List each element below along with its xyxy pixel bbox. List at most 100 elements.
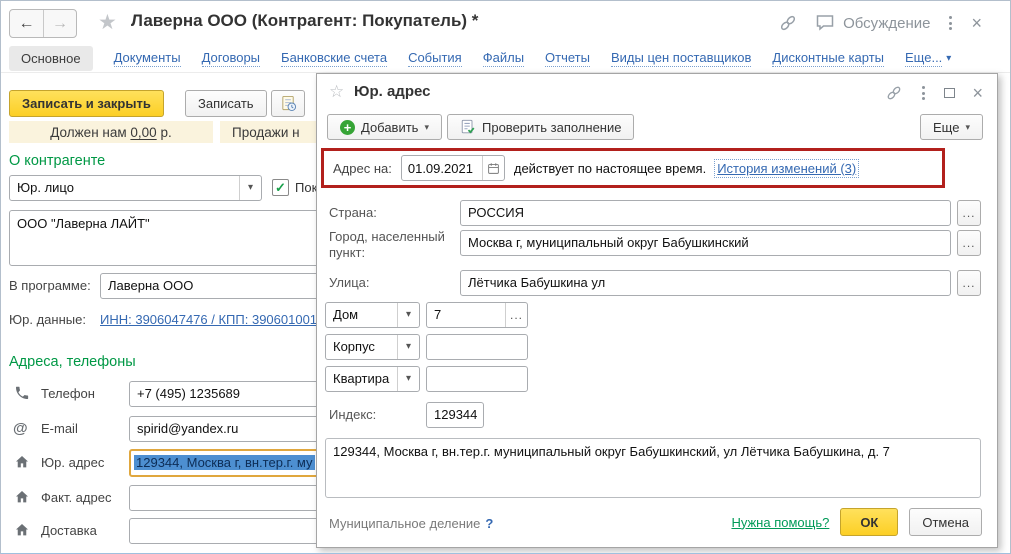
- at-icon: @: [13, 420, 28, 437]
- need-help-link[interactable]: Нужна помощь?: [731, 515, 829, 530]
- house-type-select[interactable]: Дом ▾: [325, 302, 420, 328]
- tab-main[interactable]: Основное: [9, 46, 93, 71]
- maximize-icon[interactable]: [944, 88, 956, 98]
- page-title: Лаверна ООО (Контрагент: Покупатель) *: [131, 11, 479, 30]
- check-icon: ✓: [275, 179, 286, 195]
- ellipsis-icon: ...: [962, 236, 976, 250]
- ok-button[interactable]: ОК: [840, 508, 899, 536]
- dialog-toolbar: + Добавить ▾ Проверить заполнение Еще ▾: [317, 114, 997, 144]
- chevron-down-icon[interactable]: ▾: [397, 367, 419, 391]
- address-date-value: 01.09.2021: [407, 160, 473, 176]
- owed-label: Должен нам: [50, 124, 127, 140]
- chevron-down-icon: ▾: [946, 53, 952, 64]
- selected-address-text: 129344, Москва г, вн.тер.г. му: [134, 455, 315, 470]
- tab-bar: Основное Документы Договоры Банковские с…: [1, 45, 1010, 72]
- full-address-textarea[interactable]: 129344, Москва г, вн.тер.г. муниципальны…: [325, 438, 981, 498]
- city-label: Город, населенный пункт:: [329, 229, 445, 260]
- check-fill-label: Проверить заполнение: [482, 119, 622, 135]
- buyer-checkbox-label: Пок: [295, 180, 318, 195]
- tab-supplier-prices[interactable]: Виды цен поставщиков: [610, 50, 752, 67]
- house-picker-button[interactable]: ...: [505, 303, 527, 327]
- cancel-button[interactable]: Отмена: [909, 508, 982, 536]
- dialog-close-icon[interactable]: ×: [972, 84, 983, 102]
- speech-bubble-icon: [815, 14, 835, 32]
- buyer-checkbox[interactable]: ✓: [272, 179, 289, 196]
- tab-events[interactable]: События: [408, 50, 462, 67]
- check-fill-button[interactable]: Проверить заполнение: [447, 114, 635, 140]
- about-contractor-heading: О контрагенте: [9, 153, 106, 169]
- building-type-value: Корпус: [333, 339, 375, 354]
- home-icon: [14, 489, 31, 506]
- history-changes-link[interactable]: История изменений (3): [714, 158, 860, 178]
- discussion-label: Обсуждение: [843, 14, 931, 32]
- chevron-down-icon[interactable]: ▾: [397, 335, 419, 359]
- postal-index-field[interactable]: 129344: [426, 402, 484, 428]
- tab-files[interactable]: Файлы: [482, 50, 525, 67]
- chevron-down-icon[interactable]: ▾: [239, 176, 261, 200]
- link-chain-icon[interactable]: [778, 13, 798, 33]
- street-label: Улица:: [329, 275, 370, 290]
- window-titlebar: ← → ★ Лаверна ООО (Контрагент: Покупател…: [1, 1, 1010, 45]
- owed-strip[interactable]: Должен нам 0,00 р.: [9, 121, 213, 143]
- actual-address-label: Факт. адрес: [41, 490, 112, 505]
- address-date-highlight: Адрес на: 01.09.2021 действует по настоя…: [321, 148, 945, 188]
- company-name-field[interactable]: ООО "Лаверна ЛАЙТ": [9, 210, 349, 266]
- house-number-field[interactable]: 7 ...: [426, 302, 528, 328]
- municipal-division-label: Муниципальное деление: [329, 516, 481, 531]
- postal-index-label: Индекс:: [329, 407, 377, 422]
- apartment-number-field[interactable]: [426, 366, 528, 392]
- help-question-icon[interactable]: ?: [485, 516, 493, 531]
- home-icon: [14, 454, 31, 471]
- window-close-icon[interactable]: ×: [971, 14, 982, 32]
- tab-more[interactable]: Еще... ▾: [905, 50, 951, 67]
- country-field[interactable]: РОССИЯ: [460, 200, 951, 226]
- link-chain-icon[interactable]: [885, 84, 903, 102]
- city-picker-button[interactable]: ...: [957, 230, 981, 256]
- city-field[interactable]: Москва г, муниципальный округ Бабушкинск…: [460, 230, 951, 256]
- calendar-icon[interactable]: [481, 156, 504, 180]
- municipal-division: Муниципальное деление?: [329, 516, 493, 531]
- dialog-star-icon[interactable]: ☆: [329, 82, 344, 102]
- chevron-down-icon: ▾: [424, 121, 429, 132]
- legal-data-label: Юр. данные:: [9, 312, 86, 327]
- sales-label: Продажи н: [232, 124, 300, 140]
- plus-icon: +: [340, 119, 355, 135]
- tab-documents[interactable]: Документы: [113, 50, 181, 67]
- ellipsis-icon: ...: [962, 206, 976, 220]
- tab-contracts[interactable]: Договоры: [201, 50, 261, 67]
- street-picker-button[interactable]: ...: [957, 270, 981, 296]
- back-icon[interactable]: ←: [10, 10, 43, 37]
- street-field[interactable]: Лётчика Бабушкина ул: [460, 270, 951, 296]
- country-picker-button[interactable]: ...: [957, 200, 981, 226]
- discussion-button[interactable]: Обсуждение: [815, 14, 930, 32]
- tab-reports[interactable]: Отчеты: [545, 50, 590, 67]
- forward-icon[interactable]: →: [43, 10, 76, 37]
- chevron-down-icon[interactable]: ▾: [397, 303, 419, 327]
- owed-value[interactable]: 0,00: [130, 125, 156, 140]
- entity-type-select[interactable]: Юр. лицо ▾: [9, 175, 262, 201]
- more-menu-icon[interactable]: [920, 84, 927, 102]
- favorite-star-icon[interactable]: ★: [98, 10, 117, 35]
- address-date-field[interactable]: 01.09.2021: [400, 155, 505, 181]
- tab-discount-cards[interactable]: Дисконтные карты: [772, 50, 884, 67]
- address-on-label: Адрес на:: [333, 160, 392, 176]
- inn-kpp-link[interactable]: ИНН: 3906047476 / КПП: 390601001: [100, 312, 317, 327]
- add-button[interactable]: + Добавить ▾: [327, 114, 442, 140]
- phone-icon: [14, 385, 31, 402]
- ellipsis-icon: ...: [509, 308, 523, 322]
- more-menu-icon[interactable]: [947, 14, 954, 32]
- save-and-close-button[interactable]: Записать и закрыть: [9, 90, 164, 117]
- save-button[interactable]: Записать: [185, 90, 267, 117]
- building-type-select[interactable]: Корпус ▾: [325, 334, 420, 360]
- in-program-label: В программе:: [9, 278, 91, 293]
- house-type-value: Дом: [333, 307, 359, 322]
- add-button-label: Добавить: [361, 119, 419, 135]
- dialog-more-button[interactable]: Еще ▾: [920, 114, 983, 140]
- email-label: E-mail: [41, 421, 78, 436]
- tab-bank-accounts[interactable]: Банковские счета: [281, 50, 388, 67]
- apartment-type-value: Квартира: [333, 371, 390, 386]
- legal-address-dialog: ☆ Юр. адрес × + Добавить ▾ Проверить зап…: [316, 73, 998, 548]
- document-clock-icon-button[interactable]: [271, 90, 305, 117]
- building-number-field[interactable]: [426, 334, 528, 360]
- apartment-type-select[interactable]: Квартира ▾: [325, 366, 420, 392]
